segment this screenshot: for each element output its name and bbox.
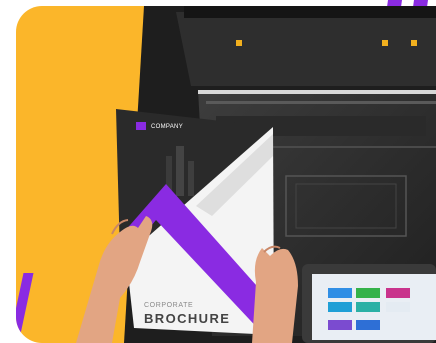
left-stripes-decoration (16, 273, 34, 343)
hero-image: COMPANY CORPORATE BROCHURE (0, 0, 436, 343)
hands-holding-brochure (76, 216, 298, 343)
photo-frame: COMPANY CORPORATE BROCHURE (16, 6, 436, 343)
